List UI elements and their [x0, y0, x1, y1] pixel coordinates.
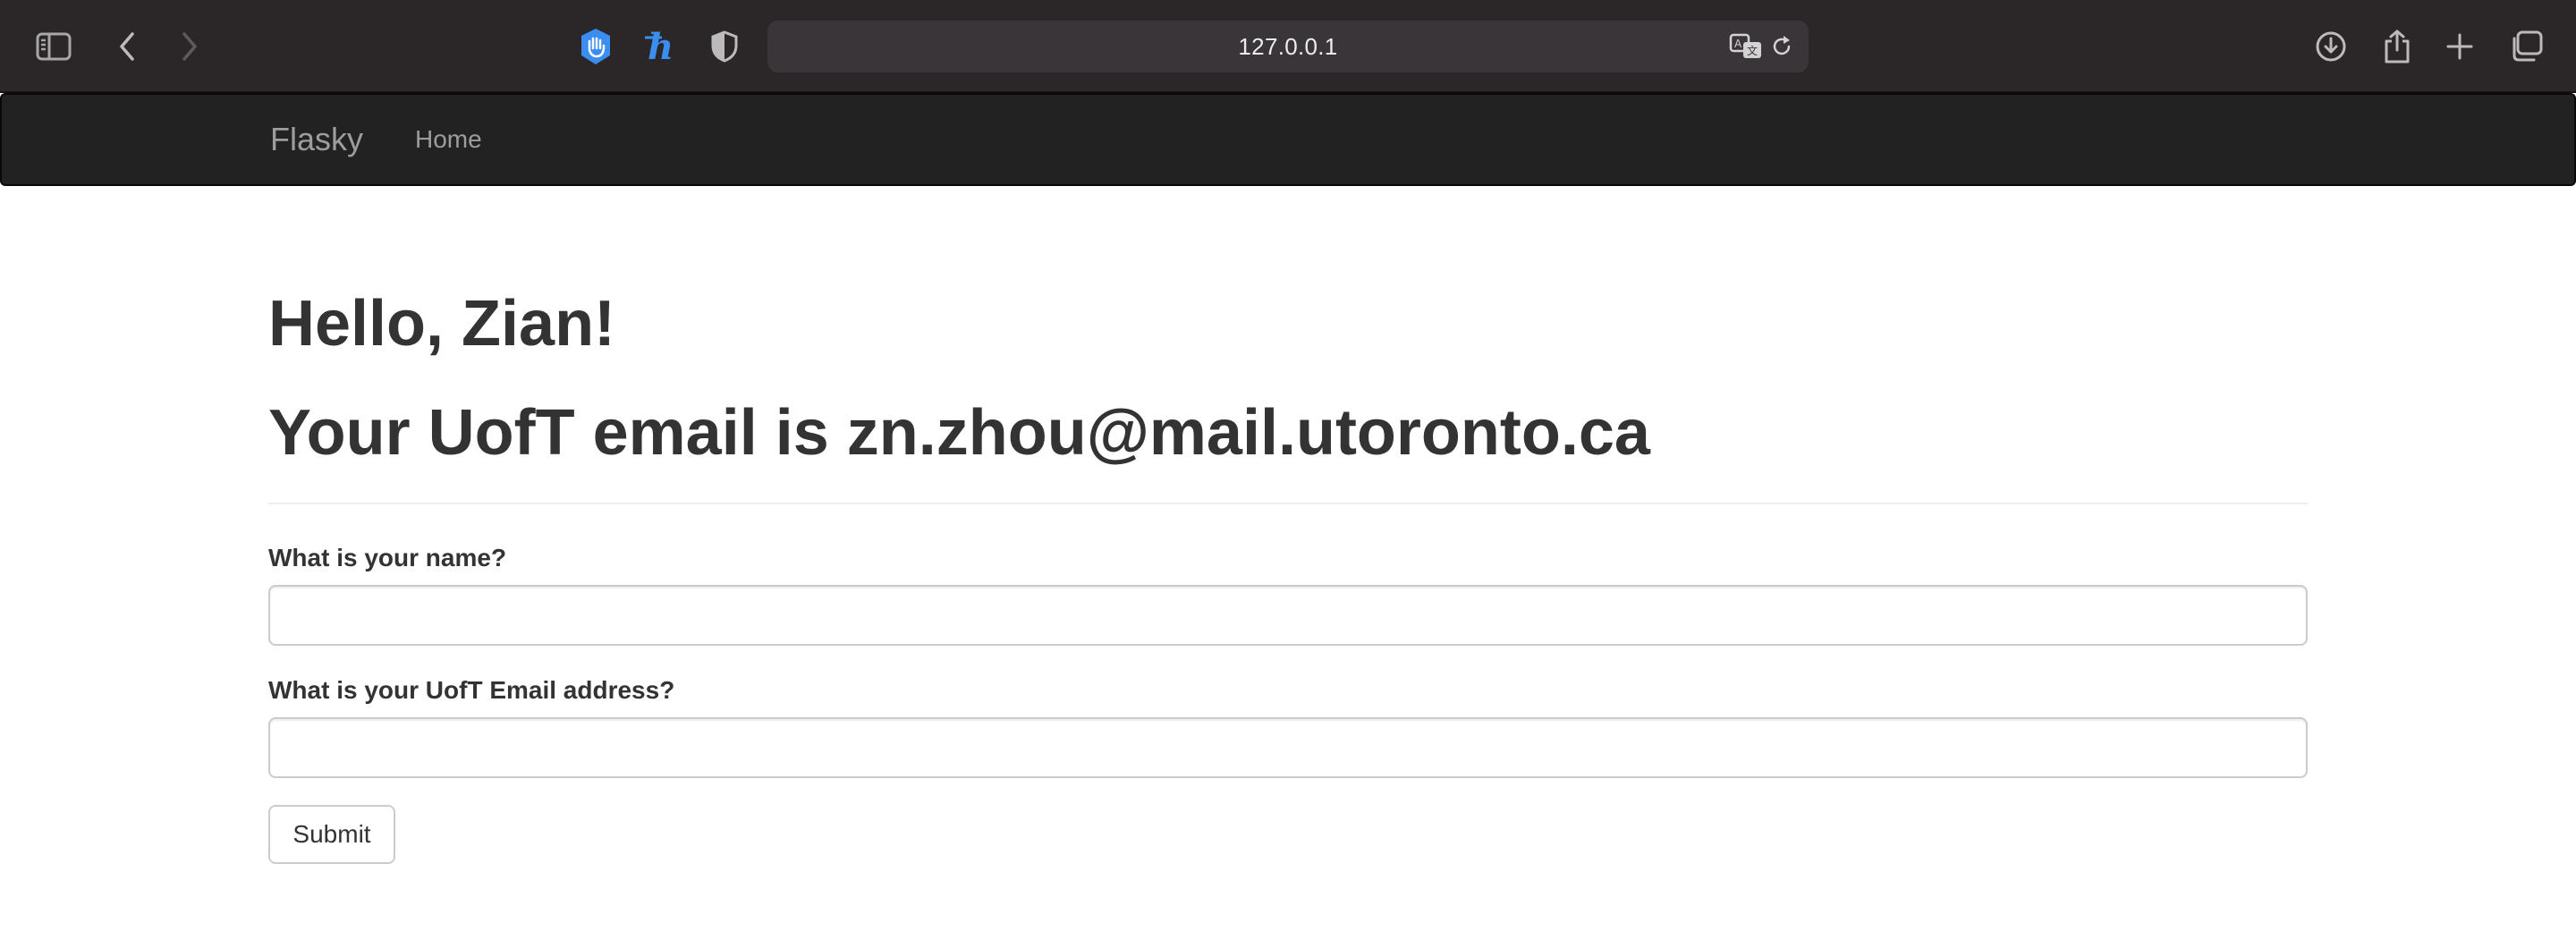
translate-icon[interactable]: A 文 — [1728, 30, 1764, 63]
submit-button[interactable]: Submit — [268, 805, 395, 864]
sidebar-toggle-icon[interactable] — [29, 21, 79, 72]
svg-text:文: 文 — [1747, 44, 1758, 57]
tab-overview-icon[interactable] — [2501, 21, 2551, 72]
email-label: What is your UofT Email address? — [268, 676, 675, 704]
plus-icon[interactable] — [2435, 21, 2485, 72]
download-icon[interactable] — [2306, 21, 2356, 72]
privacy-hand-icon[interactable] — [571, 21, 621, 72]
email-input[interactable] — [268, 717, 2308, 778]
shield-icon[interactable] — [699, 21, 750, 72]
svg-text:h: h — [648, 27, 674, 66]
name-label: What is your name? — [268, 544, 507, 571]
navbar-brand[interactable]: Flasky — [270, 95, 363, 184]
h-extension-icon[interactable]: h — [635, 21, 685, 72]
greeting-heading: Hello, Zian! — [268, 288, 616, 360]
name-input[interactable] — [268, 585, 2308, 646]
header-divider — [268, 503, 2308, 504]
forward-chevron-icon[interactable] — [165, 21, 215, 72]
address-bar[interactable]: 127.0.0.1 A 文 — [767, 21, 1809, 72]
share-icon[interactable] — [2372, 21, 2422, 72]
site-navbar: Flasky Home — [0, 93, 2576, 186]
reload-icon[interactable] — [1764, 30, 1800, 63]
url-text: 127.0.0.1 — [1238, 32, 1338, 60]
nav-link-home[interactable]: Home — [415, 95, 482, 184]
back-chevron-icon[interactable] — [102, 21, 152, 72]
svg-text:A: A — [1734, 38, 1742, 50]
browser-toolbar: h 127.0.0.1 A 文 — [0, 0, 2576, 93]
email-heading: Your UofT email is zn.zhou@mail.utoronto… — [268, 397, 1650, 469]
